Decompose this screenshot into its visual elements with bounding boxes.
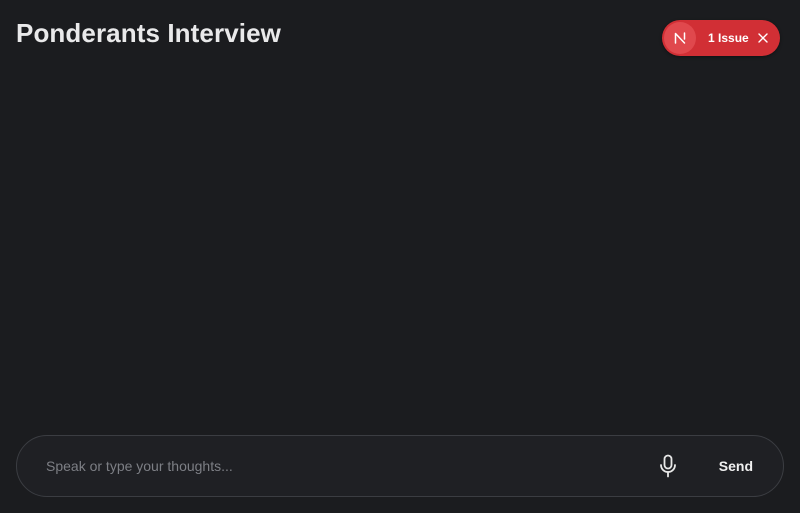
- close-icon[interactable]: [756, 31, 770, 45]
- issue-badge[interactable]: 1 Issue: [662, 20, 780, 56]
- interview-page: Ponderants Interview 1 Issue Send: [0, 0, 800, 513]
- message-input[interactable]: [46, 446, 655, 486]
- issue-count-label[interactable]: 1 Issue: [708, 31, 749, 45]
- message-composer: Send: [16, 435, 784, 497]
- microphone-icon[interactable]: [655, 451, 681, 481]
- nextjs-logo-icon[interactable]: [664, 22, 696, 54]
- send-button[interactable]: Send: [711, 458, 761, 474]
- page-title: Ponderants Interview: [16, 18, 281, 48]
